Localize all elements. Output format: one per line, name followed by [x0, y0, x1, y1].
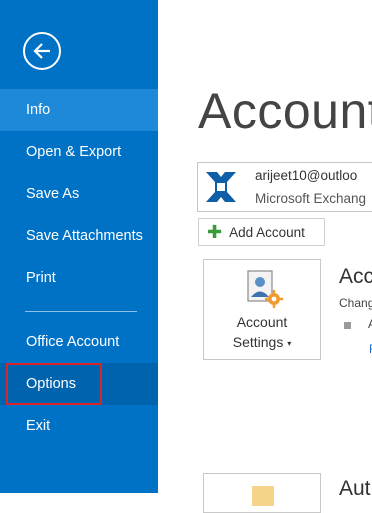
nav-item-info[interactable]: Info: [0, 89, 158, 131]
nav-item-label: Save Attachments: [26, 228, 143, 244]
add-account-button[interactable]: ✚ Add Account: [198, 218, 325, 246]
add-account-label: Add Account: [229, 224, 305, 240]
nav-item-label: Info: [26, 102, 51, 118]
nav-item-open-export[interactable]: Open & Export: [0, 131, 158, 173]
nav-item-save-as[interactable]: Save As: [0, 173, 158, 215]
back-arrow-icon: [33, 43, 50, 59]
account-type: Microsoft Exchang: [255, 191, 367, 206]
account-settings-description: Chang: [339, 296, 372, 310]
automatic-replies-icon: [252, 486, 274, 506]
account-settings-label-line2: Settings ▾: [204, 334, 320, 350]
account-settings-label-text: Settings: [232, 334, 284, 350]
account-selector-dropdown[interactable]: arijeet10@outloo Microsoft Exchang: [197, 162, 372, 212]
account-email: arijeet10@outloo: [255, 168, 358, 183]
nav-divider: [25, 311, 137, 312]
automatic-replies-button[interactable]: [203, 473, 321, 513]
page-title: Account: [198, 83, 372, 139]
nav-item-label: Office Account: [26, 334, 120, 350]
nav-item-office-account[interactable]: Office Account: [0, 321, 158, 363]
account-settings-button[interactable]: Account Settings ▾: [203, 259, 321, 360]
nav-item-label: Open & Export: [26, 144, 122, 160]
account-settings-heading: Acc: [339, 265, 372, 288]
chevron-down-icon: ▾: [287, 338, 292, 348]
backstage-sidebar: Info Open & Export Save As Save Attachme…: [0, 0, 158, 493]
account-settings-bullet-text: A: [368, 317, 372, 331]
nav-item-label: Exit: [26, 418, 51, 434]
back-button[interactable]: [23, 32, 61, 70]
exchange-icon: [203, 169, 239, 205]
account-settings-icon: [247, 270, 283, 308]
automatic-replies-heading: Aut: [339, 477, 371, 500]
bullet-icon: [344, 322, 351, 329]
account-settings-label-line1: Account: [236, 314, 288, 330]
nav-item-options[interactable]: Options: [0, 363, 158, 405]
plus-icon: ✚: [207, 222, 223, 242]
nav-item-label: Print: [26, 270, 56, 286]
nav-item-exit[interactable]: Exit: [0, 405, 158, 447]
nav-item-save-attachments[interactable]: Save Attachments: [0, 215, 158, 257]
nav-item-label: Save As: [26, 186, 80, 202]
nav-item-label: Options: [26, 376, 76, 392]
nav-item-print[interactable]: Print: [0, 257, 158, 299]
